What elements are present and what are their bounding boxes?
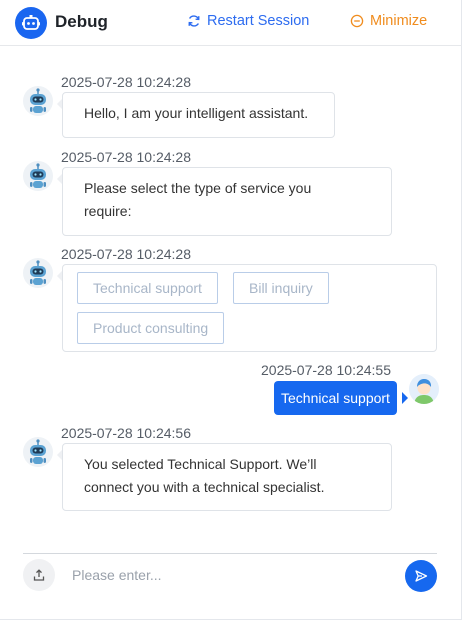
message-timestamp: 2025-07-28 10:24:28 bbox=[61, 74, 191, 90]
minimize-button[interactable]: Minimize bbox=[350, 13, 427, 29]
user-message-text: Technical support bbox=[281, 390, 390, 406]
option-technical-support[interactable]: Technical support bbox=[77, 272, 218, 304]
options-bubble: Technical support Bill inquiry Product c… bbox=[62, 264, 437, 352]
refresh-icon bbox=[188, 15, 200, 27]
message-timestamp: 2025-07-28 10:24:28 bbox=[61, 149, 191, 165]
bot-message-line: You selected Technical Support. We’ll bbox=[84, 456, 317, 472]
user-message-bubble: Technical support bbox=[274, 381, 397, 415]
bubble-tail bbox=[402, 392, 408, 404]
robot-icon bbox=[30, 163, 46, 188]
user-avatar bbox=[409, 374, 439, 404]
bot-message-bubble: Please select the type of service you re… bbox=[62, 167, 392, 236]
message-timestamp: 2025-07-28 10:24:28 bbox=[61, 246, 191, 262]
robot-icon bbox=[30, 260, 46, 285]
restart-session-button[interactable]: Restart Session bbox=[187, 13, 309, 29]
composer-divider bbox=[23, 553, 437, 554]
send-button[interactable] bbox=[405, 560, 437, 592]
option-product-consulting[interactable]: Product consulting bbox=[77, 312, 225, 344]
bot-avatar bbox=[23, 161, 53, 191]
header: Debug Restart Session Minimize bbox=[0, 0, 462, 46]
minus-circle-icon bbox=[350, 14, 364, 28]
user-icon bbox=[409, 374, 439, 404]
send-icon bbox=[415, 570, 428, 582]
bot-message-line: require: bbox=[84, 203, 132, 219]
bot-message-line: Please select the type of service you bbox=[84, 180, 312, 196]
bot-avatar bbox=[23, 437, 53, 467]
robot-icon bbox=[30, 88, 46, 113]
restart-session-label: Restart Session bbox=[207, 13, 310, 29]
bot-message-bubble: Hello, I am your intelligent assistant. bbox=[62, 92, 335, 138]
message-timestamp: 2025-07-28 10:24:55 bbox=[261, 362, 391, 378]
robot-icon bbox=[30, 439, 46, 464]
upload-icon bbox=[33, 569, 45, 581]
bot-message-bubble: You selected Technical Support. We’ll co… bbox=[62, 443, 392, 511]
chat-window: Debug Restart Session Minimize 2025-07-2… bbox=[0, 0, 462, 620]
minimize-label: Minimize bbox=[370, 13, 428, 29]
message-input[interactable] bbox=[64, 562, 394, 588]
message-timestamp: 2025-07-28 10:24:56 bbox=[61, 425, 191, 441]
page-title: Debug bbox=[55, 12, 108, 31]
bot-avatar bbox=[23, 258, 53, 288]
upload-button[interactable] bbox=[23, 559, 55, 591]
bot-avatar bbox=[23, 86, 53, 116]
bot-message-text: Hello, I am your intelligent assistant. bbox=[84, 105, 309, 121]
bot-message-line: connect you with a technical specialist. bbox=[84, 479, 325, 495]
robot-logo-icon bbox=[15, 7, 47, 39]
option-bill-inquiry[interactable]: Bill inquiry bbox=[233, 272, 329, 304]
